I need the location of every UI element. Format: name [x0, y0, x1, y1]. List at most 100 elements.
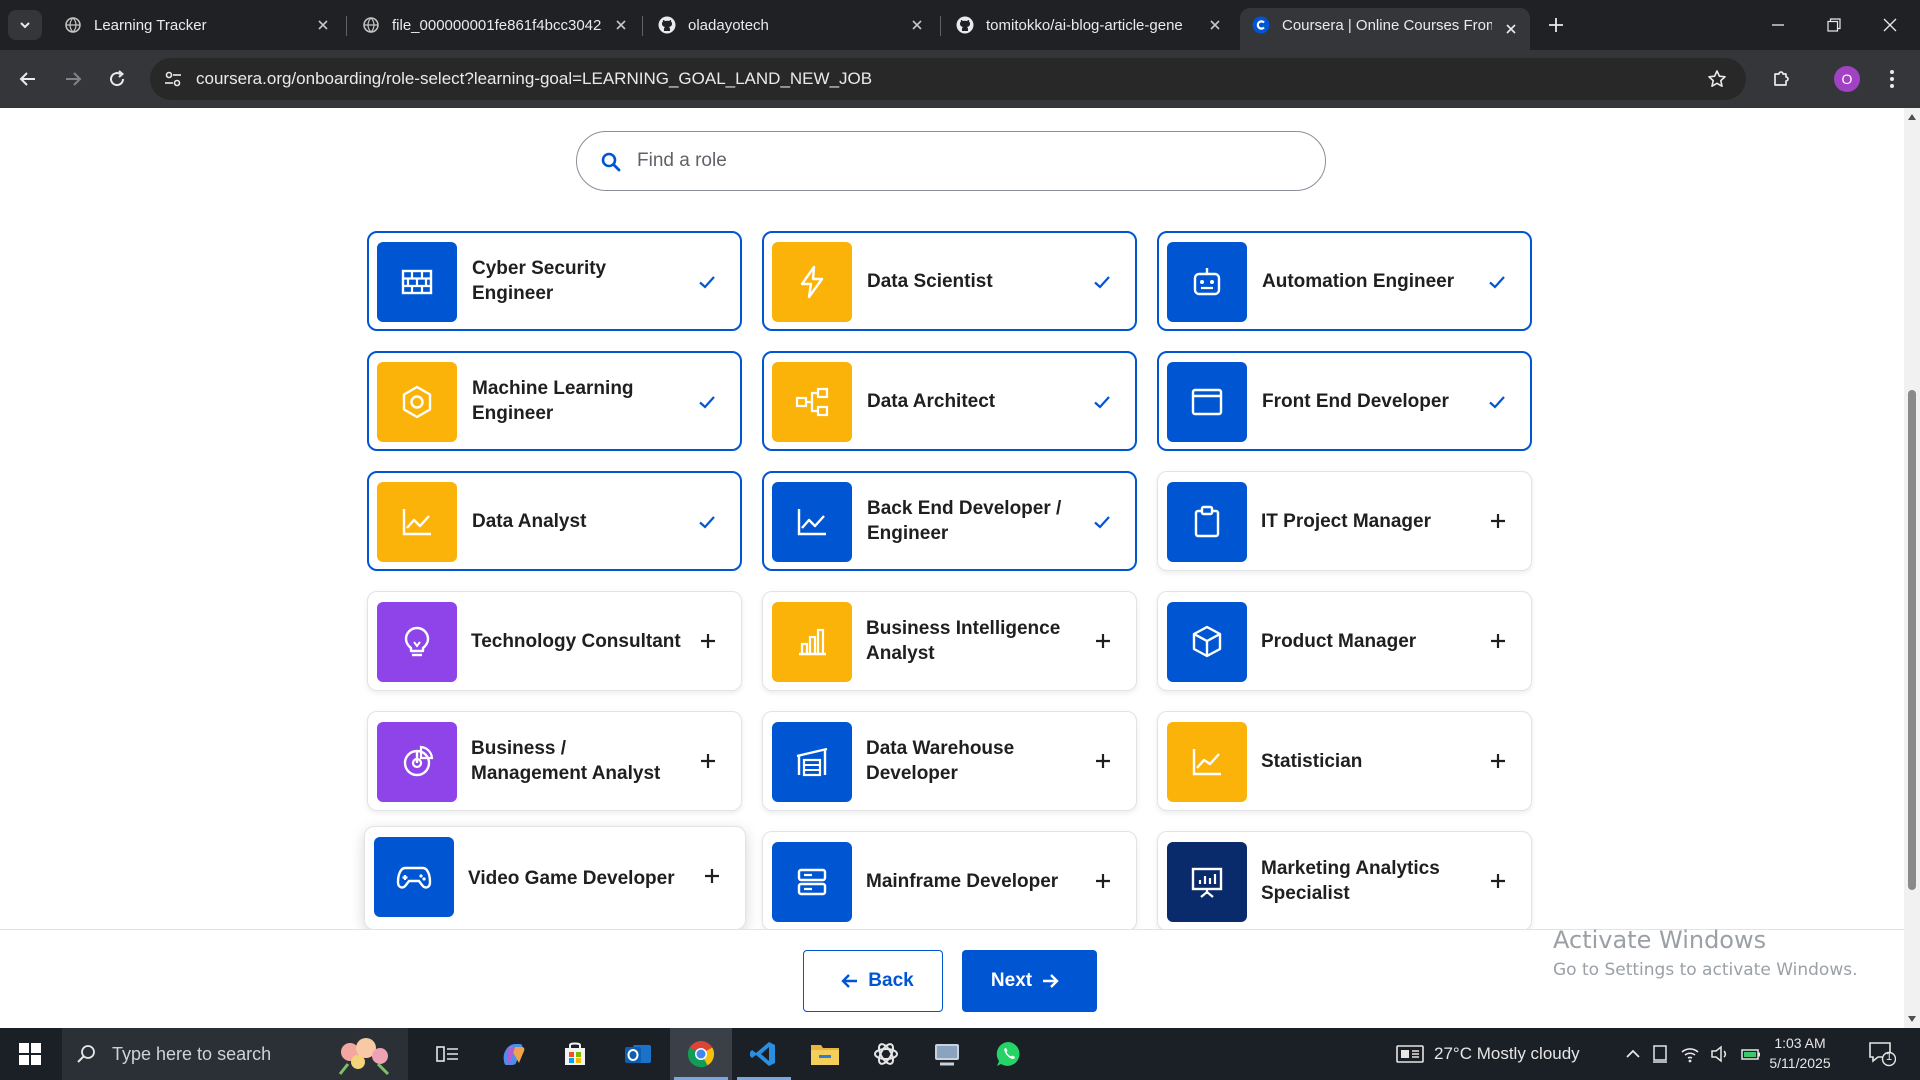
- volume-icon[interactable]: [1710, 1045, 1730, 1063]
- role-card-data-analyst[interactable]: Data Analyst: [367, 471, 742, 571]
- vscode-icon[interactable]: [745, 1036, 781, 1072]
- next-button[interactable]: Next: [962, 950, 1097, 1012]
- role-card-business-management-analyst[interactable]: Business / Management Analyst: [367, 711, 742, 811]
- tab-oladayotech[interactable]: oladayotech: [646, 8, 936, 42]
- close-icon: [1883, 18, 1897, 32]
- checkmark-icon[interactable]: [1091, 511, 1113, 533]
- wifi-icon[interactable]: [1680, 1045, 1700, 1063]
- role-card-machine-learning-engineer[interactable]: Machine Learning Engineer: [367, 351, 742, 451]
- role-card-product-manager[interactable]: Product Manager: [1157, 591, 1532, 691]
- weather-widget[interactable]: 27°C Mostly cloudy: [1396, 1028, 1580, 1080]
- page-scrollbar[interactable]: [1904, 108, 1920, 1028]
- start-button[interactable]: [0, 1028, 60, 1080]
- scroll-up-arrow-icon[interactable]: [1907, 112, 1917, 122]
- close-window-button[interactable]: [1870, 10, 1910, 40]
- battery-icon[interactable]: [1740, 1045, 1762, 1063]
- role-search-box[interactable]: [576, 131, 1326, 191]
- browser-tab-bar: Learning Tracker file_000000001fe861f4bc…: [0, 0, 1920, 50]
- back-button[interactable]: Back: [803, 950, 943, 1012]
- close-icon[interactable]: [1206, 16, 1224, 34]
- minimize-button[interactable]: [1758, 10, 1798, 40]
- plus-icon[interactable]: [697, 750, 719, 772]
- role-card-mainframe-developer[interactable]: Mainframe Developer: [762, 831, 1137, 931]
- plus-icon[interactable]: [1092, 870, 1114, 892]
- role-card-data-warehouse-developer[interactable]: Data Warehouse Developer: [762, 711, 1137, 811]
- tablet-icon[interactable]: [1652, 1045, 1668, 1063]
- system-clock[interactable]: 1:03 AM 5/11/2025: [1762, 1033, 1838, 1073]
- plus-icon[interactable]: [1092, 750, 1114, 772]
- address-bar[interactable]: coursera.org/onboarding/role-select?lear…: [150, 58, 1746, 100]
- close-icon[interactable]: [314, 16, 332, 34]
- pie-chart-icon: [377, 722, 457, 802]
- checkmark-icon[interactable]: [696, 391, 718, 413]
- role-card-marketing-analytics-specialist[interactable]: Marketing Analytics Specialist: [1157, 831, 1532, 931]
- role-search-input[interactable]: [637, 144, 1297, 178]
- role-card-data-scientist[interactable]: Data Scientist: [762, 231, 1137, 331]
- role-card-label: Video Game Developer: [468, 867, 675, 889]
- chevron-up-icon[interactable]: [1624, 1045, 1642, 1063]
- copilot-icon[interactable]: [495, 1036, 531, 1072]
- role-card-back-end-developer-engineer[interactable]: Back End Developer / Engineer: [762, 471, 1137, 571]
- new-tab-button[interactable]: [1543, 12, 1569, 38]
- plus-icon[interactable]: [1487, 630, 1509, 652]
- plus-icon[interactable]: [701, 865, 723, 887]
- tab-search-button[interactable]: [8, 10, 42, 40]
- outlook-icon[interactable]: [620, 1036, 656, 1072]
- site-settings-icon[interactable]: [162, 68, 184, 90]
- plus-icon[interactable]: [1487, 510, 1509, 532]
- plus-icon[interactable]: [697, 630, 719, 652]
- close-icon[interactable]: [612, 16, 630, 34]
- role-card-cyber-security-engineer[interactable]: Cyber Security Engineer: [367, 231, 742, 331]
- profile-avatar[interactable]: O: [1834, 66, 1860, 92]
- role-card-statistician[interactable]: Statistician: [1157, 711, 1532, 811]
- watermark-title: Activate Windows: [1553, 926, 1767, 954]
- close-icon[interactable]: [908, 16, 926, 34]
- role-card-label: Product Manager: [1261, 630, 1417, 652]
- minimize-icon: [1772, 24, 1784, 26]
- role-card-label: Business / Management Analyst: [471, 738, 661, 784]
- scroll-thumb[interactable]: [1908, 390, 1916, 890]
- checkmark-icon[interactable]: [696, 271, 718, 293]
- tab-file[interactable]: file_000000001fe861f4bcc30429: [350, 8, 640, 42]
- task-view-icon[interactable]: [430, 1036, 466, 1072]
- bookmark-star-icon[interactable]: [1706, 68, 1728, 90]
- role-card-video-game-developer[interactable]: Video Game Developer: [364, 826, 746, 930]
- reload-button[interactable]: [103, 65, 131, 93]
- plus-icon[interactable]: [1092, 630, 1114, 652]
- plus-icon[interactable]: [1487, 750, 1509, 772]
- chrome-icon[interactable]: [683, 1036, 719, 1072]
- tab-tomitokko[interactable]: tomitokko/ai-blog-article-gene: [944, 8, 1234, 42]
- microsoft-store-icon[interactable]: [557, 1036, 593, 1072]
- role-card-front-end-developer[interactable]: Front End Developer: [1157, 351, 1532, 451]
- forward-nav-button[interactable]: [59, 65, 87, 93]
- checkmark-icon[interactable]: [1091, 391, 1113, 413]
- checkmark-icon[interactable]: [1486, 271, 1508, 293]
- extensions-button[interactable]: [1768, 65, 1796, 93]
- tab-title: oladayotech: [688, 16, 769, 34]
- file-explorer-icon[interactable]: [807, 1036, 843, 1072]
- browser-menu-button[interactable]: [1882, 65, 1902, 93]
- scroll-down-arrow-icon[interactable]: [1907, 1014, 1917, 1024]
- weather-text: 27°C Mostly cloudy: [1434, 1044, 1580, 1063]
- plus-icon[interactable]: [1487, 870, 1509, 892]
- chatgpt-icon[interactable]: [868, 1036, 904, 1072]
- checkmark-icon[interactable]: [1486, 391, 1508, 413]
- checkmark-icon[interactable]: [696, 511, 718, 533]
- role-card-automation-engineer[interactable]: Automation Engineer: [1157, 231, 1532, 331]
- close-icon[interactable]: [1502, 20, 1520, 38]
- whatsapp-icon[interactable]: [991, 1036, 1027, 1072]
- back-nav-button[interactable]: [14, 65, 42, 93]
- restore-button[interactable]: [1814, 10, 1854, 40]
- role-card-data-architect[interactable]: Data Architect: [762, 351, 1137, 451]
- role-card-it-project-manager[interactable]: IT Project Manager: [1157, 471, 1532, 571]
- tab-learning-tracker[interactable]: Learning Tracker: [52, 8, 342, 42]
- checkmark-icon[interactable]: [1091, 271, 1113, 293]
- url-text[interactable]: coursera.org/onboarding/role-select?lear…: [196, 69, 872, 89]
- tab-coursera[interactable]: Coursera | Online Courses From: [1240, 8, 1530, 50]
- notification-center-button[interactable]: 1: [1868, 1041, 1897, 1067]
- back-button-label: Back: [868, 970, 914, 991]
- taskbar-search[interactable]: Type here to search: [62, 1028, 408, 1080]
- role-card-business-intelligence-analyst[interactable]: Business Intelligence Analyst: [762, 591, 1137, 691]
- remote-desktop-icon[interactable]: [929, 1036, 965, 1072]
- role-card-technology-consultant[interactable]: Technology Consultant: [367, 591, 742, 691]
